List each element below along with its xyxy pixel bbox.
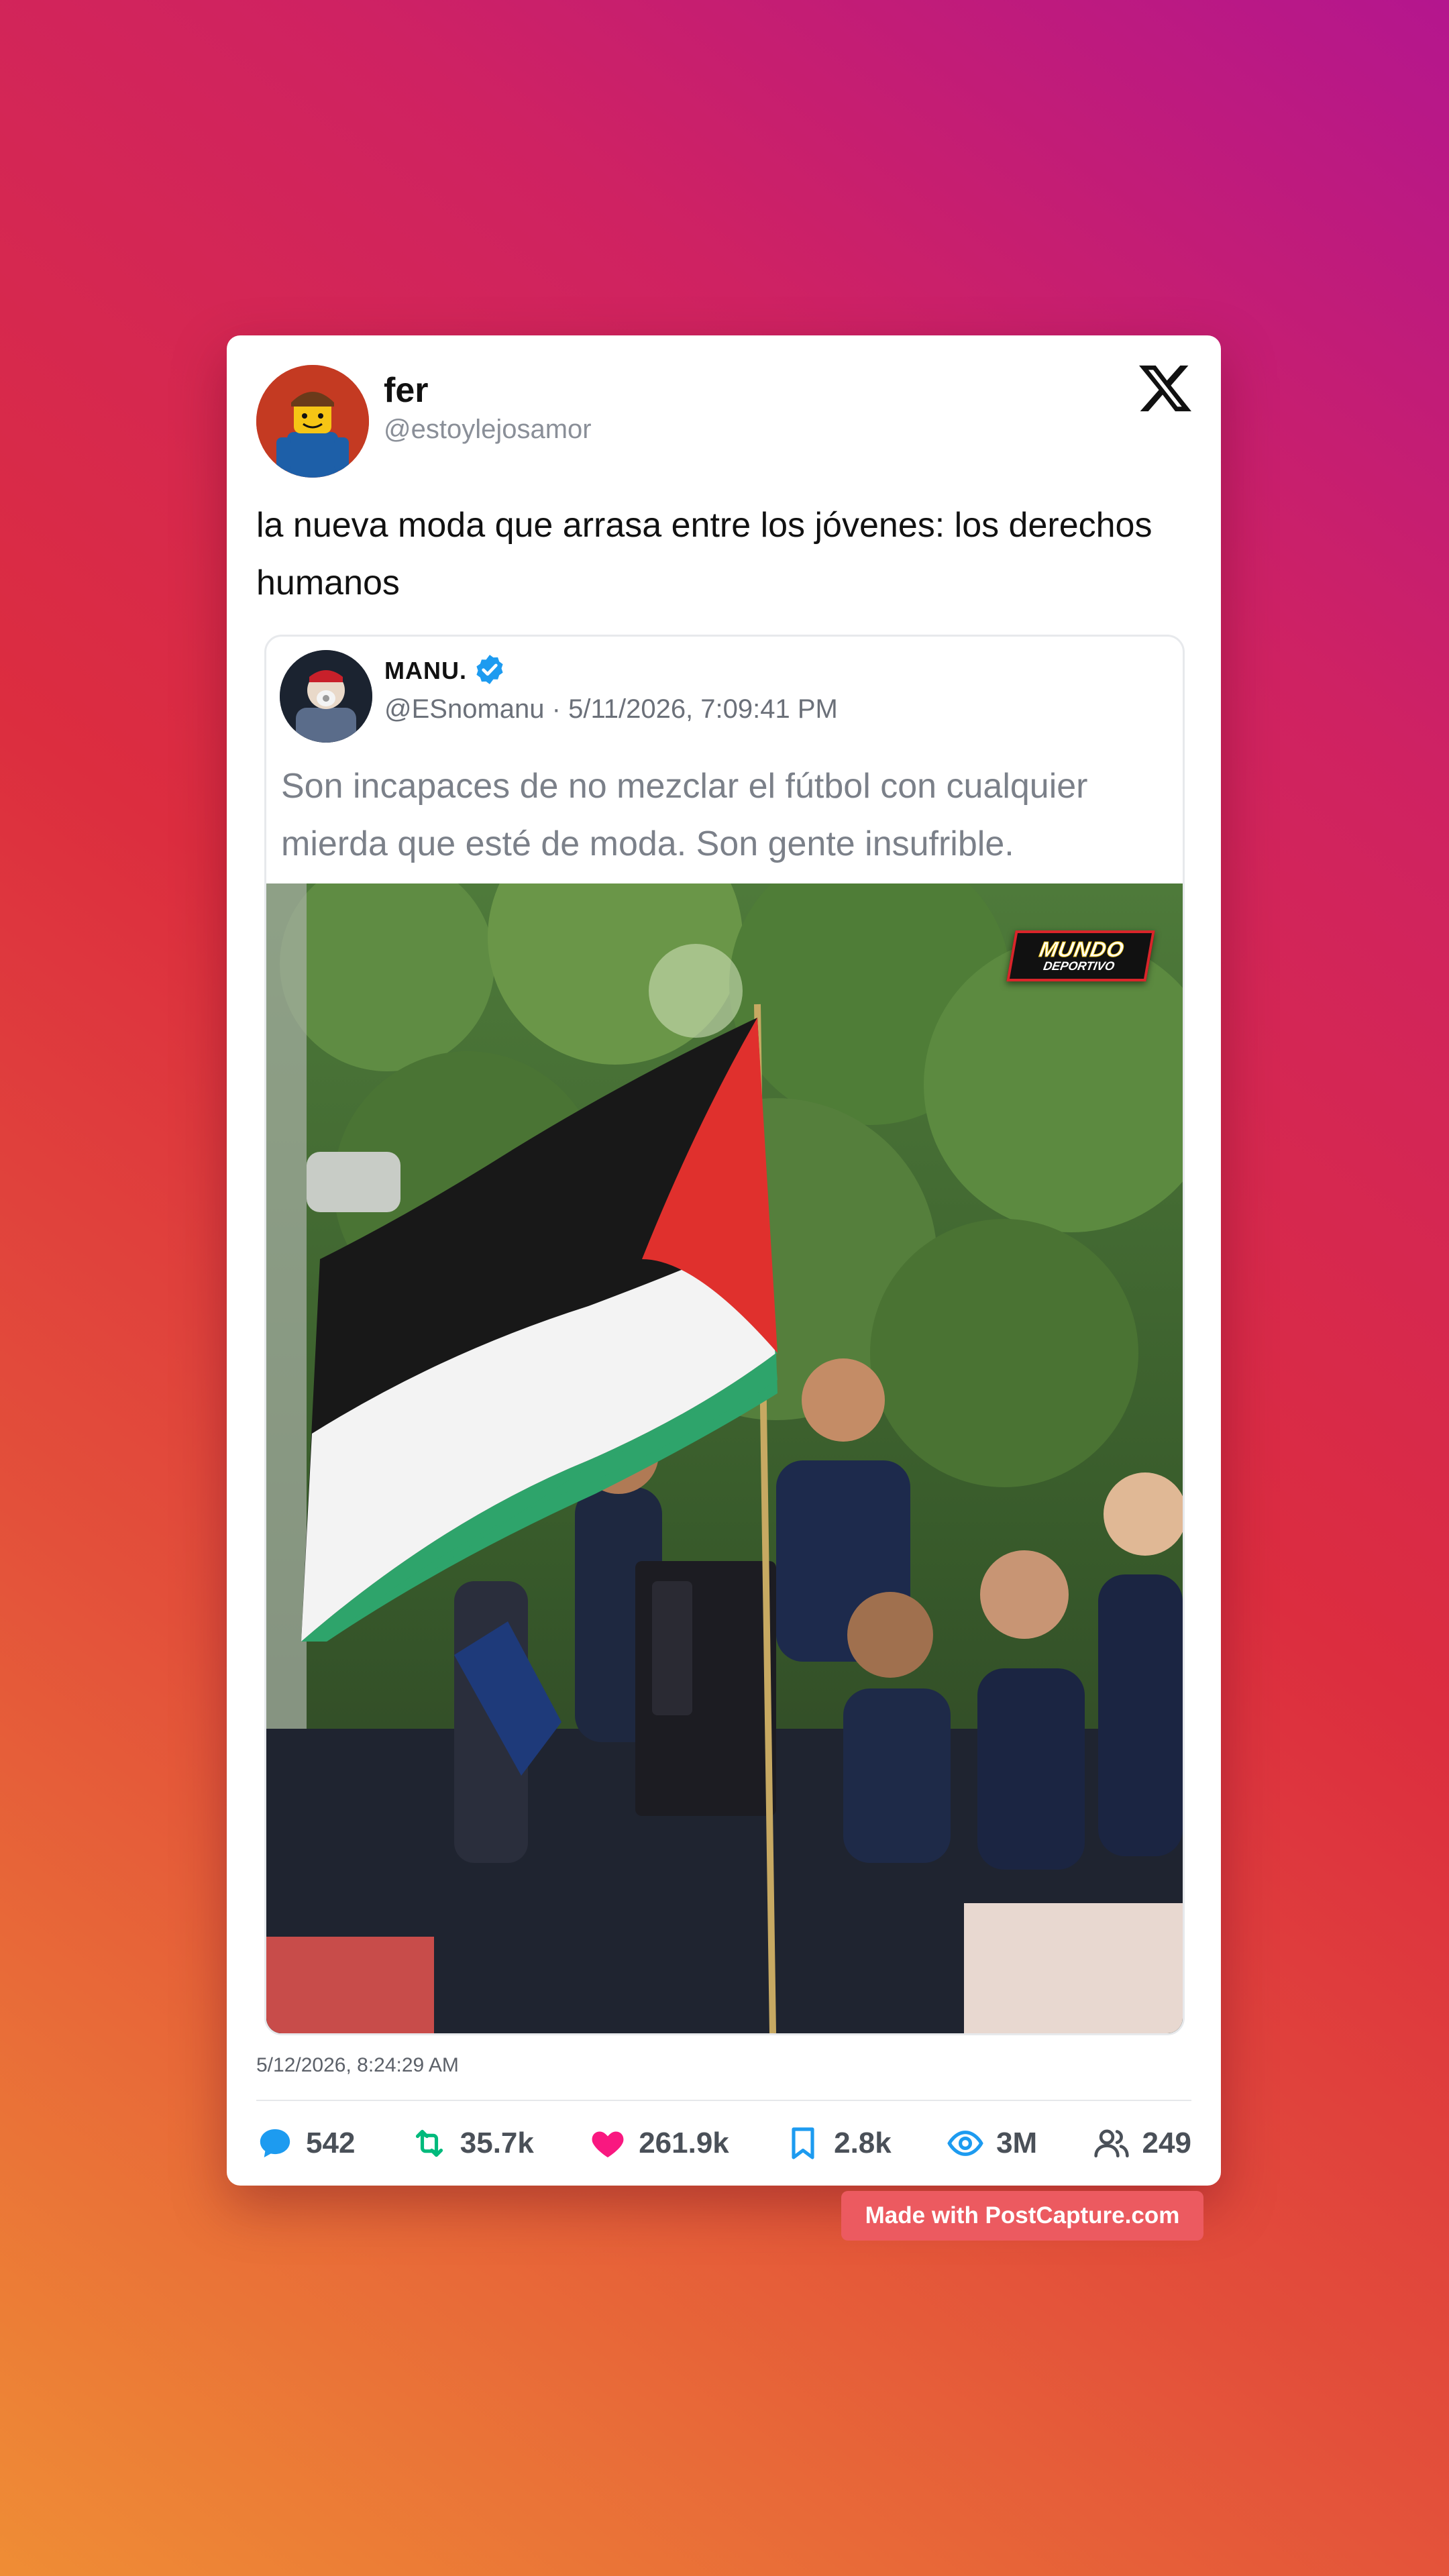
quoted-media-photo[interactable]: MUNDO DEPORTIVO (266, 883, 1183, 2033)
quoted-meta: @ESnomanu · 5/11/2026, 7:09:41 PM (384, 694, 838, 724)
followers-count: 249 (1142, 2127, 1191, 2159)
like-icon (592, 2131, 624, 2157)
mundo-deportivo-watermark: MUNDO DEPORTIVO (1006, 930, 1155, 981)
lego-figure-avatar-icon (256, 365, 369, 478)
author-name[interactable]: fer (384, 370, 428, 411)
followers-icon (1093, 2129, 1129, 2157)
followers-stat[interactable]: 249 (1093, 2125, 1191, 2162)
verified-badge-icon (476, 655, 503, 684)
quoted-tweet[interactable]: MANU. @ESnomanu · 5/11/2026, 7:09:41 PM … (264, 635, 1185, 2035)
engagement-stats: 542 35.7k 261.9k 2.8k 3M 249 (256, 2120, 1191, 2167)
author-handle[interactable]: @estoylejosamor (384, 415, 592, 445)
reply-stat[interactable]: 542 (256, 2125, 355, 2162)
tweet-timestamp[interactable]: 5/12/2026, 8:24:29 AM (256, 2054, 459, 2077)
retweet-icon (415, 2129, 443, 2157)
quoted-author-avatar[interactable] (280, 650, 372, 743)
postcapture-badge[interactable]: Made with PostCapture.com (841, 2191, 1203, 2241)
divider (256, 2100, 1191, 2101)
quoted-tweet-text: Son incapaces de no mezclar el fútbol co… (281, 767, 1088, 863)
retweet-count: 35.7k (460, 2127, 534, 2159)
meta-separator: · (551, 694, 569, 724)
author-avatar[interactable] (256, 365, 369, 478)
retweet-stat[interactable]: 35.7k (411, 2125, 534, 2162)
bookmark-count: 2.8k (834, 2127, 892, 2159)
quoted-author-name[interactable]: MANU. (384, 657, 467, 685)
views-icon (947, 2131, 983, 2156)
reply-count: 542 (306, 2127, 356, 2159)
tweet-card: fer @estoylejosamor la nueva moda que ar… (227, 335, 1221, 2186)
views-count: 3M (996, 2127, 1038, 2159)
views-stat[interactable]: 3M (947, 2125, 1037, 2162)
watermark-line2: DEPORTIVO (1042, 959, 1116, 973)
bookmark-stat[interactable]: 2.8k (784, 2125, 892, 2162)
tweet-text: la nueva moda que arrasa entre los jóven… (256, 506, 1152, 602)
reply-icon (260, 2129, 290, 2157)
quoted-author-handle[interactable]: @ESnomanu (384, 694, 545, 724)
x-logo-icon[interactable] (1139, 362, 1191, 415)
watermark-line1: MUNDO (1037, 937, 1126, 962)
bookmark-icon (792, 2127, 814, 2159)
like-count: 261.9k (639, 2127, 729, 2159)
like-stat[interactable]: 261.9k (589, 2125, 729, 2162)
celebration-photo-illustration (266, 883, 1183, 2033)
masked-figure-avatar-icon (280, 650, 372, 743)
quoted-date[interactable]: 5/11/2026, 7:09:41 PM (568, 694, 838, 724)
